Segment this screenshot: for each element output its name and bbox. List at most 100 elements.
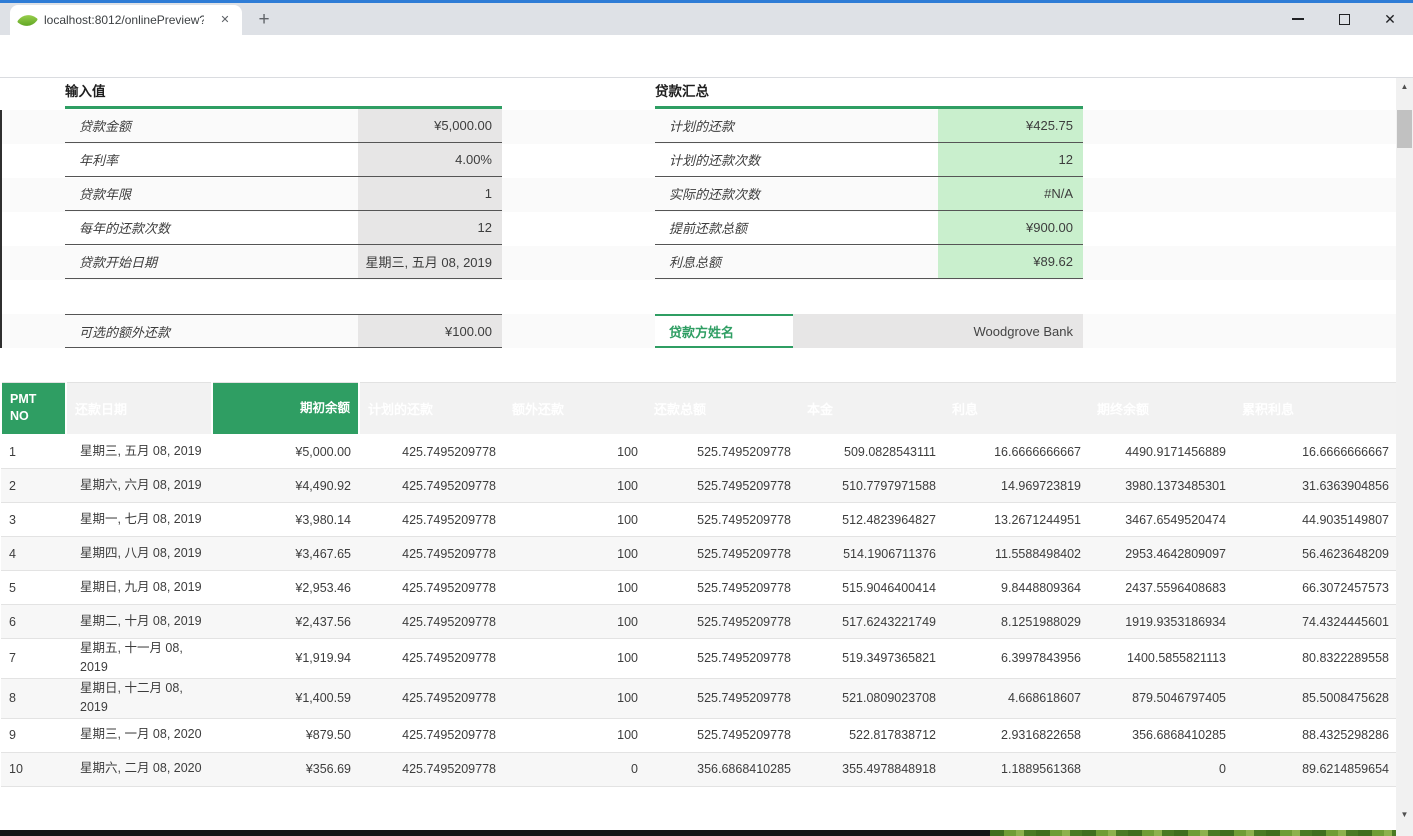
minimize-button[interactable] xyxy=(1275,3,1321,35)
table-cell: 425.7495209778 xyxy=(359,678,504,718)
inputs-value: 1 xyxy=(358,177,502,210)
table-cell: 星期六, 六月 08, 2019 xyxy=(66,469,212,503)
table-cell: 0 xyxy=(1089,752,1234,786)
summary-title: 贷款汇总 xyxy=(655,80,1083,104)
table-cell: 3980.1373485301 xyxy=(1089,469,1234,503)
table-cell: 6.3997843956 xyxy=(944,639,1089,679)
table-cell: 89.6214859654 xyxy=(1234,752,1397,786)
table-cell: 425.7495209778 xyxy=(359,435,504,469)
table-cell: 515.9046400414 xyxy=(799,571,944,605)
table-cell: 1400.5855821113 xyxy=(1089,639,1234,679)
table-cell: 74.4324445601 xyxy=(1234,605,1397,639)
maximize-icon xyxy=(1339,14,1350,25)
table-cell: 879.5046797405 xyxy=(1089,678,1234,718)
table-cell: 525.7495209778 xyxy=(646,571,799,605)
table-cell: ¥879.50 xyxy=(212,718,359,752)
extra-payment-value: ¥100.00 xyxy=(358,315,502,347)
summary-row: 利息总额¥89.62 xyxy=(655,245,1083,279)
new-tab-button[interactable]: + xyxy=(252,9,276,33)
inputs-value: 4.00% xyxy=(358,143,502,176)
table-cell: ¥3,980.14 xyxy=(212,503,359,537)
summary-value: #N/A xyxy=(938,177,1083,210)
bottom-dark-band xyxy=(0,830,990,836)
table-cell: 11.5588498402 xyxy=(944,537,1089,571)
table-cell: 514.1906711376 xyxy=(799,537,944,571)
summary-row: 实际的还款次数#N/A xyxy=(655,177,1083,211)
table-row: 6星期二, 十月 08, 2019¥2,437.56425.7495209778… xyxy=(1,605,1397,639)
table-cell: 星期三, 五月 08, 2019 xyxy=(66,435,212,469)
table-cell: 525.7495209778 xyxy=(646,605,799,639)
table-cell: 425.7495209778 xyxy=(359,752,504,786)
table-row: 10星期六, 二月 08, 2020¥356.69425.74952097780… xyxy=(1,752,1397,786)
schedule-col-header: 本金 xyxy=(799,383,944,435)
table-cell: 80.8322289558 xyxy=(1234,639,1397,679)
table-cell: 425.7495209778 xyxy=(359,571,504,605)
table-cell: 4.668618607 xyxy=(944,678,1089,718)
maximize-button[interactable] xyxy=(1321,3,1367,35)
table-row: 4星期四, 八月 08, 2019¥3,467.65425.7495209778… xyxy=(1,537,1397,571)
minimize-icon xyxy=(1292,18,1304,20)
bottom-green-band xyxy=(990,830,1396,836)
table-cell: 7 xyxy=(1,639,66,679)
inputs-value: ¥5,000.00 xyxy=(358,109,502,142)
table-cell: 522.817838712 xyxy=(799,718,944,752)
browser-tab[interactable]: localhost:8012/onlinePreview? ✕ xyxy=(10,5,242,35)
table-cell: 2 xyxy=(1,469,66,503)
table-cell: ¥356.69 xyxy=(212,752,359,786)
schedule-col-header: PMT NO xyxy=(1,383,66,435)
table-cell: 512.4823964827 xyxy=(799,503,944,537)
table-cell: 425.7495209778 xyxy=(359,718,504,752)
summary-rows: 计划的还款¥425.75计划的还款次数12实际的还款次数#N/A提前还款总额¥9… xyxy=(655,109,1083,279)
schedule-col-header: 还款日期 xyxy=(66,383,212,435)
scrollbar-thumb[interactable] xyxy=(1397,110,1412,148)
scroll-down-icon[interactable]: ▼ xyxy=(1396,806,1413,823)
table-cell: 6 xyxy=(1,605,66,639)
schedule-header-row: PMT NO还款日期期初余额计划的还款额外还款还款总额本金利息期终余额累积利息 xyxy=(1,383,1397,435)
summary-row: 计划的还款¥425.75 xyxy=(655,109,1083,143)
inputs-label: 贷款年限 xyxy=(65,177,358,210)
table-row: 2星期六, 六月 08, 2019¥4,490.92425.7495209778… xyxy=(1,469,1397,503)
summary-value: ¥425.75 xyxy=(938,109,1083,142)
scroll-up-icon[interactable]: ▲ xyxy=(1396,78,1413,95)
summary-value: ¥900.00 xyxy=(938,211,1083,244)
table-cell: 1 xyxy=(1,435,66,469)
table-cell: 10 xyxy=(1,752,66,786)
summary-value: 12 xyxy=(938,143,1083,176)
table-cell: 356.6868410285 xyxy=(646,752,799,786)
titlebar: localhost:8012/onlinePreview? ✕ + ✕ xyxy=(0,3,1413,35)
table-cell: ¥2,953.46 xyxy=(212,571,359,605)
table-cell: 525.7495209778 xyxy=(646,718,799,752)
table-cell: 525.7495209778 xyxy=(646,435,799,469)
table-cell: 星期一, 七月 08, 2019 xyxy=(66,503,212,537)
inputs-row: 贷款开始日期星期三, 五月 08, 2019 xyxy=(65,245,502,279)
inputs-value: 星期三, 五月 08, 2019 xyxy=(358,245,502,278)
table-row: 9星期三, 一月 08, 2020¥879.50425.749520977810… xyxy=(1,718,1397,752)
table-cell: 9 xyxy=(1,718,66,752)
vertical-scrollbar[interactable]: ▲ ▼ xyxy=(1396,78,1413,836)
summary-section: 贷款汇总 计划的还款¥425.75计划的还款次数12实际的还款次数#N/A提前还… xyxy=(655,80,1083,279)
table-cell: 356.6868410285 xyxy=(1089,718,1234,752)
table-cell: 31.6363904856 xyxy=(1234,469,1397,503)
schedule-col-header: 期终余额 xyxy=(1089,383,1234,435)
extra-payment-label: 可选的额外还款 xyxy=(65,315,358,347)
tab-close-icon[interactable]: ✕ xyxy=(216,11,234,29)
table-cell: 425.7495209778 xyxy=(359,605,504,639)
table-cell: 100 xyxy=(504,435,646,469)
table-cell: 525.7495209778 xyxy=(646,503,799,537)
summary-value: ¥89.62 xyxy=(938,245,1083,278)
table-cell: 3467.6549520474 xyxy=(1089,503,1234,537)
tab-title: localhost:8012/onlinePreview? xyxy=(44,13,204,27)
table-cell: ¥5,000.00 xyxy=(212,435,359,469)
summary-row: 计划的还款次数12 xyxy=(655,143,1083,177)
table-cell: 1.1889561368 xyxy=(944,752,1089,786)
inputs-row: 贷款年限1 xyxy=(65,177,502,211)
table-cell: ¥1,400.59 xyxy=(212,678,359,718)
table-cell: 3 xyxy=(1,503,66,537)
inputs-rows: 贷款金额¥5,000.00年利率4.00%贷款年限1每年的还款次数12贷款开始日… xyxy=(65,109,502,279)
table-cell: 100 xyxy=(504,537,646,571)
table-cell: 525.7495209778 xyxy=(646,469,799,503)
inputs-label: 贷款开始日期 xyxy=(65,245,358,278)
inputs-row: 贷款金额¥5,000.00 xyxy=(65,109,502,143)
close-button[interactable]: ✕ xyxy=(1367,3,1413,35)
table-cell: 2953.4642809097 xyxy=(1089,537,1234,571)
